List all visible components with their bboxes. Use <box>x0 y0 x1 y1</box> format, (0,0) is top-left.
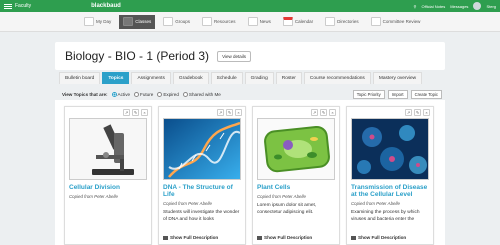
expand-icon <box>257 235 262 240</box>
filter-shared[interactable]: Shared with Me <box>182 91 221 97</box>
nav-my-day[interactable]: My Day <box>80 15 115 29</box>
nav-calendar[interactable]: Calendar <box>279 15 317 29</box>
nav-directories[interactable]: Directories <box>321 15 363 29</box>
tab-schedule[interactable]: Schedule <box>210 72 243 84</box>
main-nav: My Day Classes Groups Resources News Cal… <box>0 12 500 32</box>
share-icon[interactable]: ↗ <box>123 109 130 116</box>
topic-card[interactable]: ↗ ✎ × DNA - The Structure of Life Copied… <box>158 106 246 245</box>
messages-link[interactable]: Messages <box>450 4 468 9</box>
topic-title[interactable]: DNA - The Structure of Life <box>163 184 241 198</box>
search-icon[interactable]: ⚲ <box>414 4 417 9</box>
topic-card[interactable]: ↗ ✎ × Cellular Division Copied from Pete… <box>64 106 152 245</box>
delete-icon[interactable]: × <box>235 109 242 116</box>
topic-card[interactable]: ↗ ✎ × Transmission of Disease at the Cel… <box>346 106 434 245</box>
topic-copied-from: Copied from Peter Abelle <box>351 201 400 207</box>
calendar-icon <box>282 17 293 26</box>
nav-groups[interactable]: Groups <box>159 15 194 29</box>
topic-image-disease <box>351 118 429 180</box>
topic-image-microscope <box>69 118 147 180</box>
filter-label: View Topics that are: <box>62 91 108 97</box>
tab-roster[interactable]: Roster <box>275 72 302 84</box>
show-full-description-link[interactable]: Show Full Description <box>163 235 218 240</box>
topic-description: Students will investigate the wonder of … <box>163 210 240 222</box>
share-icon[interactable]: ↗ <box>311 109 318 116</box>
tab-mastery-overview[interactable]: Mastery overview <box>372 72 423 84</box>
edit-icon[interactable]: ✎ <box>132 109 139 116</box>
delete-icon[interactable]: × <box>329 109 336 116</box>
show-full-description-link[interactable]: Show Full Description <box>257 235 312 240</box>
page-title: Biology - BIO - 1 (Period 3) <box>65 49 210 63</box>
edit-icon[interactable]: ✎ <box>414 109 421 116</box>
topic-copied-from: Copied from Peter Abelle <box>257 194 306 200</box>
directory-icon <box>325 17 336 26</box>
edit-icon[interactable]: ✎ <box>226 109 233 116</box>
page-header: Biology - BIO - 1 (Period 3) View detail… <box>55 42 445 70</box>
share-icon[interactable]: ↗ <box>217 109 224 116</box>
hamburger-menu-icon[interactable] <box>4 3 12 9</box>
tab-course-recommendations[interactable]: Course recommendations <box>303 72 371 84</box>
groups-icon <box>163 17 174 26</box>
topic-priority-button[interactable]: Topic Priority <box>352 89 385 99</box>
topic-title[interactable]: Transmission of Disease at the Cellular … <box>351 184 429 198</box>
user-avatar[interactable] <box>473 2 482 10</box>
filter-active[interactable]: Active <box>111 91 130 97</box>
topic-filters: View Topics that are: Active Future Expi… <box>62 89 442 99</box>
expand-icon <box>163 235 168 240</box>
topic-image-dna <box>163 118 241 180</box>
brand-logo: blackbaud <box>91 3 121 9</box>
nav-resources[interactable]: Resources <box>198 15 240 29</box>
share-icon[interactable]: ↗ <box>405 109 412 116</box>
create-topic-button[interactable]: Create Topic <box>410 89 442 99</box>
tab-gradebook[interactable]: Gradebook <box>172 72 209 84</box>
nav-news[interactable]: News <box>244 15 275 29</box>
expand-icon <box>351 235 356 240</box>
import-button[interactable]: Import <box>387 89 408 99</box>
topic-card[interactable]: ↗ ✎ × Plant Cells Copied from Peter Abel… <box>252 106 340 245</box>
topic-title[interactable]: Cellular Division <box>69 184 147 191</box>
filter-expired[interactable]: Expired <box>157 91 179 97</box>
topic-description: Examining the process by which viruses a… <box>351 210 420 222</box>
topic-copied-from: Copied from Peter Abelle <box>163 201 212 207</box>
nav-classes[interactable]: Classes <box>119 14 156 29</box>
topic-copied-from: Copied from Peter Abelle <box>69 194 118 200</box>
notifications-link[interactable]: Official Notes <box>421 4 445 9</box>
role-label[interactable]: Faculty <box>15 3 31 9</box>
nav-committee-review[interactable]: Committee Review <box>367 15 425 29</box>
tab-assignments[interactable]: Assignments <box>131 72 171 84</box>
topic-title[interactable]: Plant Cells <box>257 184 335 191</box>
show-full-description-link[interactable]: Show Full Description <box>351 235 406 240</box>
resources-icon <box>202 17 213 26</box>
tab-bulletin-board[interactable]: Bulletin board <box>59 72 101 84</box>
edit-icon[interactable]: ✎ <box>320 109 327 116</box>
classes-icon <box>123 17 134 26</box>
topic-image-plant-cell <box>257 118 335 180</box>
view-details-button[interactable]: View details <box>217 50 251 62</box>
delete-icon[interactable]: × <box>141 109 148 116</box>
delete-icon[interactable]: × <box>423 109 430 116</box>
review-icon <box>370 17 381 26</box>
topic-description: Lorem ipsum dolor sit amet, consectetur … <box>257 203 317 215</box>
news-icon <box>247 17 258 26</box>
tab-grading[interactable]: Grading <box>244 72 274 84</box>
tab-bar: Bulletin board Topics Assignments Gradeb… <box>55 72 445 84</box>
user-menu[interactable]: Sterg <box>486 4 496 9</box>
top-bar: Faculty blackbaud ⚲ Official Notes Messa… <box>0 0 500 12</box>
tab-topics[interactable]: Topics <box>102 72 130 84</box>
filter-future[interactable]: Future <box>134 91 153 97</box>
calendar-icon <box>84 17 94 26</box>
